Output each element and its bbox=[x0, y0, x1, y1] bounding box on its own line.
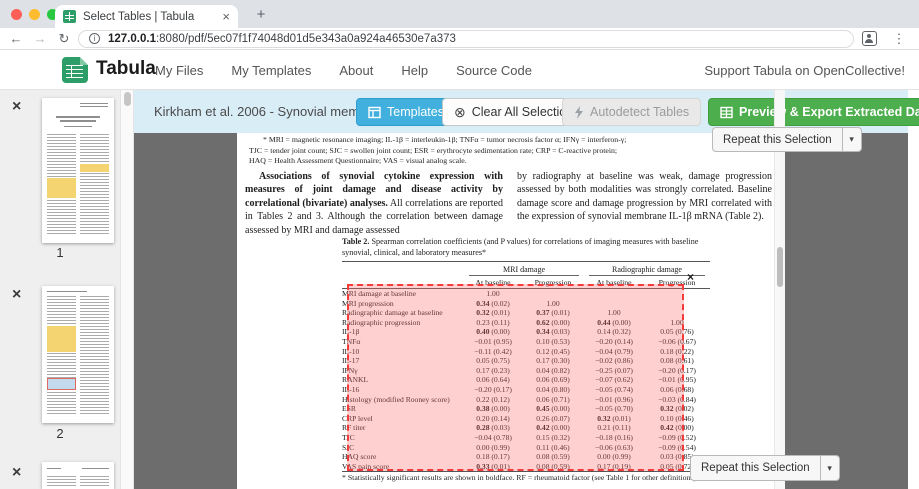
sidebar-scrollbar-thumb[interactable] bbox=[124, 92, 131, 106]
tab-title: Select Tables | Tabula bbox=[83, 11, 218, 23]
templates-icon bbox=[368, 106, 381, 119]
table-icon bbox=[720, 106, 733, 119]
nav-link-my-templates[interactable]: My Templates bbox=[231, 63, 311, 78]
url-input[interactable]: i 127.0.0.1 :8080/pdf/5ec07f1f74048d01d5… bbox=[78, 30, 854, 48]
repeat-selection-top: Repeat this Selection ▾ bbox=[712, 127, 862, 152]
table2-caption: Table 2. Spearman correlation coefficien… bbox=[342, 237, 717, 258]
forward-icon[interactable]: → bbox=[28, 31, 52, 46]
window-close-icon[interactable] bbox=[11, 9, 22, 20]
clear-icon: ⊗ bbox=[454, 104, 466, 121]
page-thumbnail[interactable] bbox=[42, 462, 114, 489]
nav-link-help[interactable]: Help bbox=[401, 63, 428, 78]
tab-close-icon[interactable]: × bbox=[222, 9, 230, 24]
app-window: Select Tables | Tabula × + ← → ↻ i 127.0… bbox=[0, 0, 919, 489]
body-text: Associations of synovial cytokine expres… bbox=[245, 170, 772, 237]
table2-footnote: * Statistically significant results are … bbox=[342, 473, 734, 482]
page-scrollbar-thumb[interactable] bbox=[777, 247, 783, 287]
nav-link-about[interactable]: About bbox=[339, 63, 373, 78]
nav-link-source-code[interactable]: Source Code bbox=[456, 63, 532, 78]
table-selection-box[interactable] bbox=[347, 284, 684, 471]
selection-close-icon[interactable]: × bbox=[687, 271, 694, 283]
autodetect-tables-button[interactable]: Autodetect Tables bbox=[562, 98, 701, 126]
new-tab-button[interactable]: + bbox=[250, 4, 272, 26]
autodetect-button-label: Autodetect Tables bbox=[590, 105, 689, 119]
url-path: :8080/pdf/5ec07f1f74048d01d5e343a0a924a4… bbox=[156, 33, 456, 45]
brand-name[interactable]: Tabula bbox=[96, 58, 156, 80]
tabula-favicon-icon bbox=[63, 10, 76, 23]
repeat-selection-caret[interactable]: ▾ bbox=[843, 127, 862, 152]
page-number: 1 bbox=[0, 245, 120, 260]
table-group-header-row: MRI damage Radiographic damage bbox=[342, 261, 710, 276]
repeat-selection-bottom: Repeat this Selection ▾ bbox=[690, 455, 840, 481]
repeat-selection-button[interactable]: Repeat this Selection bbox=[690, 455, 821, 481]
repeat-selection-caret[interactable]: ▾ bbox=[821, 455, 840, 481]
pdf-viewer: * MRI = magnetic resonance imaging; IL-1… bbox=[134, 133, 908, 489]
browser-urlbar: ← → ↻ i 127.0.0.1 :8080/pdf/5ec07f1f7404… bbox=[0, 28, 919, 50]
export-button-label: Preview & Export Extracted Data bbox=[739, 105, 919, 119]
delete-page-icon[interactable]: × bbox=[12, 466, 21, 480]
lightning-icon bbox=[574, 106, 584, 119]
reload-icon[interactable]: ↻ bbox=[52, 31, 76, 47]
delete-page-icon[interactable]: × bbox=[12, 100, 21, 114]
paragraph-right: by radiography at baseline was weak, dam… bbox=[517, 170, 772, 224]
url-host: 127.0.0.1 bbox=[108, 33, 156, 45]
table1-footnote: * MRI = magnetic resonance imaging; IL-1… bbox=[249, 135, 769, 167]
templates-button[interactable]: Templates bbox=[356, 98, 456, 126]
profile-avatar-icon[interactable] bbox=[862, 31, 877, 46]
pdf-page[interactable]: * MRI = magnetic resonance imaging; IL-1… bbox=[237, 133, 779, 489]
main-panel: Kirkham et al. 2006 - Synovial membran..… bbox=[134, 90, 908, 489]
templates-button-label: Templates bbox=[387, 105, 444, 119]
back-icon[interactable]: ← bbox=[4, 31, 28, 46]
support-link[interactable]: Support Tabula on OpenCollective! bbox=[704, 50, 905, 90]
repeat-selection-button[interactable]: Repeat this Selection bbox=[712, 127, 843, 152]
nav-link-my-files[interactable]: My Files bbox=[155, 63, 203, 78]
browser-menu-icon[interactable]: ⋮ bbox=[887, 31, 911, 47]
browser-tabstrip: Select Tables | Tabula × + bbox=[0, 0, 919, 28]
sidebar-scrollbar[interactable] bbox=[120, 90, 134, 489]
page-thumbnail[interactable] bbox=[42, 98, 114, 243]
page-thumbnail-sidebar: × 1 × 2 bbox=[0, 90, 120, 489]
page-info-icon[interactable]: i bbox=[89, 33, 100, 44]
group-header-mri: MRI damage bbox=[469, 265, 579, 276]
window-minimize-icon[interactable] bbox=[29, 9, 40, 20]
tabula-navbar: Tabula My Files My Templates About Help … bbox=[0, 50, 919, 90]
preview-export-button[interactable]: Preview & Export Extracted Data bbox=[708, 98, 919, 126]
tabula-logo-icon[interactable] bbox=[62, 57, 88, 83]
page-number: 2 bbox=[0, 426, 120, 441]
content-area: × 1 × 2 bbox=[0, 90, 919, 489]
delete-page-icon[interactable]: × bbox=[12, 288, 21, 302]
browser-tab[interactable]: Select Tables | Tabula × bbox=[55, 5, 238, 28]
page-thumbnail[interactable] bbox=[42, 286, 114, 423]
